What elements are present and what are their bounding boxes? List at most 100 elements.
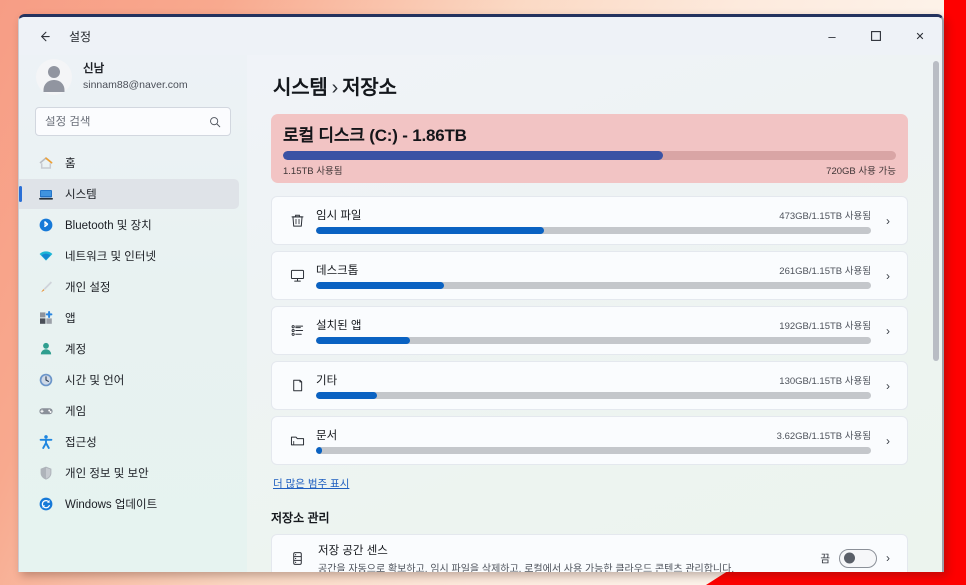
category-progress-bar bbox=[316, 447, 871, 454]
category-size: 473GB/1.15TB 사용됨 bbox=[779, 211, 871, 222]
breadcrumb-parent[interactable]: 시스템 bbox=[273, 77, 328, 99]
minimize-button[interactable]: – bbox=[810, 17, 854, 55]
sidebar-item-label: Windows 업데이트 bbox=[65, 499, 158, 511]
local-disk-card[interactable]: 로컬 디스크 (C:) - 1.86TB 1.15TB 사용됨 720GB 사용… bbox=[271, 114, 908, 183]
account-email: sinnam88@naver.com bbox=[83, 78, 188, 91]
sidebar-item-label: 앱 bbox=[65, 313, 76, 325]
storage-sense-row[interactable]: 저장 공간 센스 공간을 자동으로 확보하고, 임시 파일을 삭제하고, 로컬에… bbox=[271, 534, 908, 572]
storage-category-row[interactable]: 데스크톱 261GB/1.15TB 사용됨 › bbox=[271, 251, 908, 300]
sidebar-item-label: 접근성 bbox=[65, 437, 97, 449]
content-scrollbar-thumb[interactable] bbox=[933, 61, 939, 361]
sidebar-item-label: 계정 bbox=[65, 344, 87, 356]
sidebar-item-personalization[interactable]: 개인 설정 bbox=[19, 272, 239, 302]
sidebar-item-system[interactable]: 시스템 bbox=[19, 179, 239, 209]
category-name: 임시 파일 bbox=[316, 210, 362, 222]
category-progress-fill bbox=[316, 282, 444, 289]
local-disk-progress-bar bbox=[283, 151, 896, 160]
sidebar-item-label: 홈 bbox=[65, 158, 76, 170]
sidebar-item-label: 개인 설정 bbox=[65, 282, 111, 294]
sidebar-item-label: Bluetooth 및 장치 bbox=[65, 220, 152, 232]
local-disk-meta: 1.15TB 사용됨 720GB 사용 가능 bbox=[283, 163, 896, 177]
account-card[interactable]: 신남 sinnam88@naver.com bbox=[19, 55, 247, 107]
category-progress-fill bbox=[316, 392, 378, 399]
content-scrollbar-track[interactable] bbox=[933, 61, 939, 568]
apps-icon bbox=[37, 310, 54, 327]
search-box[interactable] bbox=[35, 107, 231, 136]
back-arrow-icon bbox=[40, 31, 50, 41]
home-icon bbox=[37, 155, 54, 172]
storage-sense-icon bbox=[284, 550, 310, 567]
sidebar: 신남 sinnam88@naver.com 설정 검색 홈 시스템 Blueto… bbox=[19, 55, 247, 572]
sidebar-item-label: 네트워크 및 인터넷 bbox=[65, 251, 157, 263]
storage-category-row[interactable]: 설치된 앱 192GB/1.15TB 사용됨 › bbox=[271, 306, 908, 355]
sidebar-item-home[interactable]: 홈 bbox=[19, 148, 239, 178]
sidebar-item-bluetooth[interactable]: Bluetooth 및 장치 bbox=[19, 210, 239, 240]
trash-icon bbox=[284, 212, 310, 229]
storage-sense-subtitle: 공간을 자동으로 확보하고, 임시 파일을 삭제하고, 로컬에서 사용 가능한 … bbox=[318, 563, 735, 573]
chevron-right-icon[interactable]: › bbox=[877, 379, 899, 393]
sidebar-nav: 홈 시스템 Bluetooth 및 장치 네트워크 및 인터넷 개인 설정 앱 … bbox=[19, 148, 247, 519]
monitor-icon bbox=[284, 267, 310, 284]
local-disk-free-label: 720GB 사용 가능 bbox=[826, 166, 896, 177]
sidebar-item-gaming[interactable]: 게임 bbox=[19, 396, 239, 426]
close-button[interactable]: ✕ bbox=[898, 17, 942, 55]
storage-sense-toggle-label: 끔 bbox=[820, 552, 830, 565]
window-title: 설정 bbox=[69, 29, 92, 44]
gaming-icon bbox=[37, 403, 54, 420]
category-progress-fill bbox=[316, 227, 544, 234]
sidebar-item-privacy-security[interactable]: 개인 정보 및 보안 bbox=[19, 458, 239, 488]
sidebar-item-network[interactable]: 네트워크 및 인터넷 bbox=[19, 241, 239, 271]
category-name: 문서 bbox=[316, 430, 338, 442]
sidebar-item-time-language[interactable]: 시간 및 언어 bbox=[19, 365, 239, 395]
category-progress-fill bbox=[316, 447, 322, 454]
personalization-icon bbox=[37, 279, 54, 296]
chevron-right-icon[interactable]: › bbox=[877, 551, 899, 565]
sidebar-item-windows-update[interactable]: Windows 업데이트 bbox=[19, 489, 239, 519]
category-size: 130GB/1.15TB 사용됨 bbox=[779, 376, 871, 387]
search-icon bbox=[209, 116, 221, 128]
content-area: 시스템 › 저장소 로컬 디스크 (C:) - 1.86TB 1.15TB 사용됨 … bbox=[247, 55, 942, 572]
storage-sense-toggle[interactable] bbox=[839, 548, 877, 568]
storage-category-row[interactable]: 임시 파일 473GB/1.15TB 사용됨 › bbox=[271, 196, 908, 245]
sidebar-item-label: 개인 정보 및 보안 bbox=[65, 468, 149, 480]
maximize-button[interactable] bbox=[854, 17, 898, 55]
show-more-categories-link[interactable]: 더 많은 범주 표시 bbox=[273, 476, 349, 491]
storage-sense-title: 저장 공간 센스 bbox=[318, 544, 388, 557]
category-progress-fill bbox=[316, 337, 411, 344]
local-disk-used-label: 1.15TB 사용됨 bbox=[283, 166, 343, 177]
sidebar-item-accessibility[interactable]: 접근성 bbox=[19, 427, 239, 457]
sidebar-item-label: 게임 bbox=[65, 406, 87, 418]
storage-sense-toggle-wrap[interactable]: 끔 bbox=[820, 548, 877, 568]
category-size: 192GB/1.15TB 사용됨 bbox=[779, 321, 871, 332]
avatar bbox=[36, 59, 72, 95]
folder-icon bbox=[284, 432, 310, 449]
category-progress-bar bbox=[316, 392, 871, 399]
back-button[interactable] bbox=[29, 22, 59, 50]
app-list-icon bbox=[284, 322, 310, 339]
sidebar-item-accounts[interactable]: 계정 bbox=[19, 334, 239, 364]
accessibility-icon bbox=[37, 434, 54, 451]
category-progress-bar bbox=[316, 282, 871, 289]
local-disk-progress-fill bbox=[283, 151, 664, 160]
windows-update-icon bbox=[37, 496, 54, 513]
category-name: 기타 bbox=[316, 375, 338, 387]
accounts-icon bbox=[37, 341, 54, 358]
window-controls: – ✕ bbox=[810, 17, 942, 55]
bluetooth-icon bbox=[37, 217, 54, 234]
chevron-right-icon[interactable]: › bbox=[877, 324, 899, 338]
category-size: 3.62GB/1.15TB 사용됨 bbox=[776, 431, 871, 442]
breadcrumb: 시스템 › 저장소 bbox=[273, 71, 908, 100]
category-name: 설치된 앱 bbox=[316, 320, 362, 332]
storage-category-row[interactable]: 문서 3.62GB/1.15TB 사용됨 › bbox=[271, 416, 908, 465]
chevron-right-icon[interactable]: › bbox=[877, 434, 899, 448]
storage-category-row[interactable]: 기타 130GB/1.15TB 사용됨 › bbox=[271, 361, 908, 410]
window-body: 신남 sinnam88@naver.com 설정 검색 홈 시스템 Blueto… bbox=[19, 55, 942, 572]
title-bar: 설정 – ✕ bbox=[19, 17, 942, 55]
chevron-right-icon[interactable]: › bbox=[877, 214, 899, 228]
sidebar-item-apps[interactable]: 앱 bbox=[19, 303, 239, 333]
maximize-icon bbox=[871, 31, 881, 41]
chevron-right-icon[interactable]: › bbox=[877, 269, 899, 283]
category-progress-bar bbox=[316, 337, 871, 344]
network-icon bbox=[37, 248, 54, 265]
search-input[interactable] bbox=[45, 115, 209, 128]
